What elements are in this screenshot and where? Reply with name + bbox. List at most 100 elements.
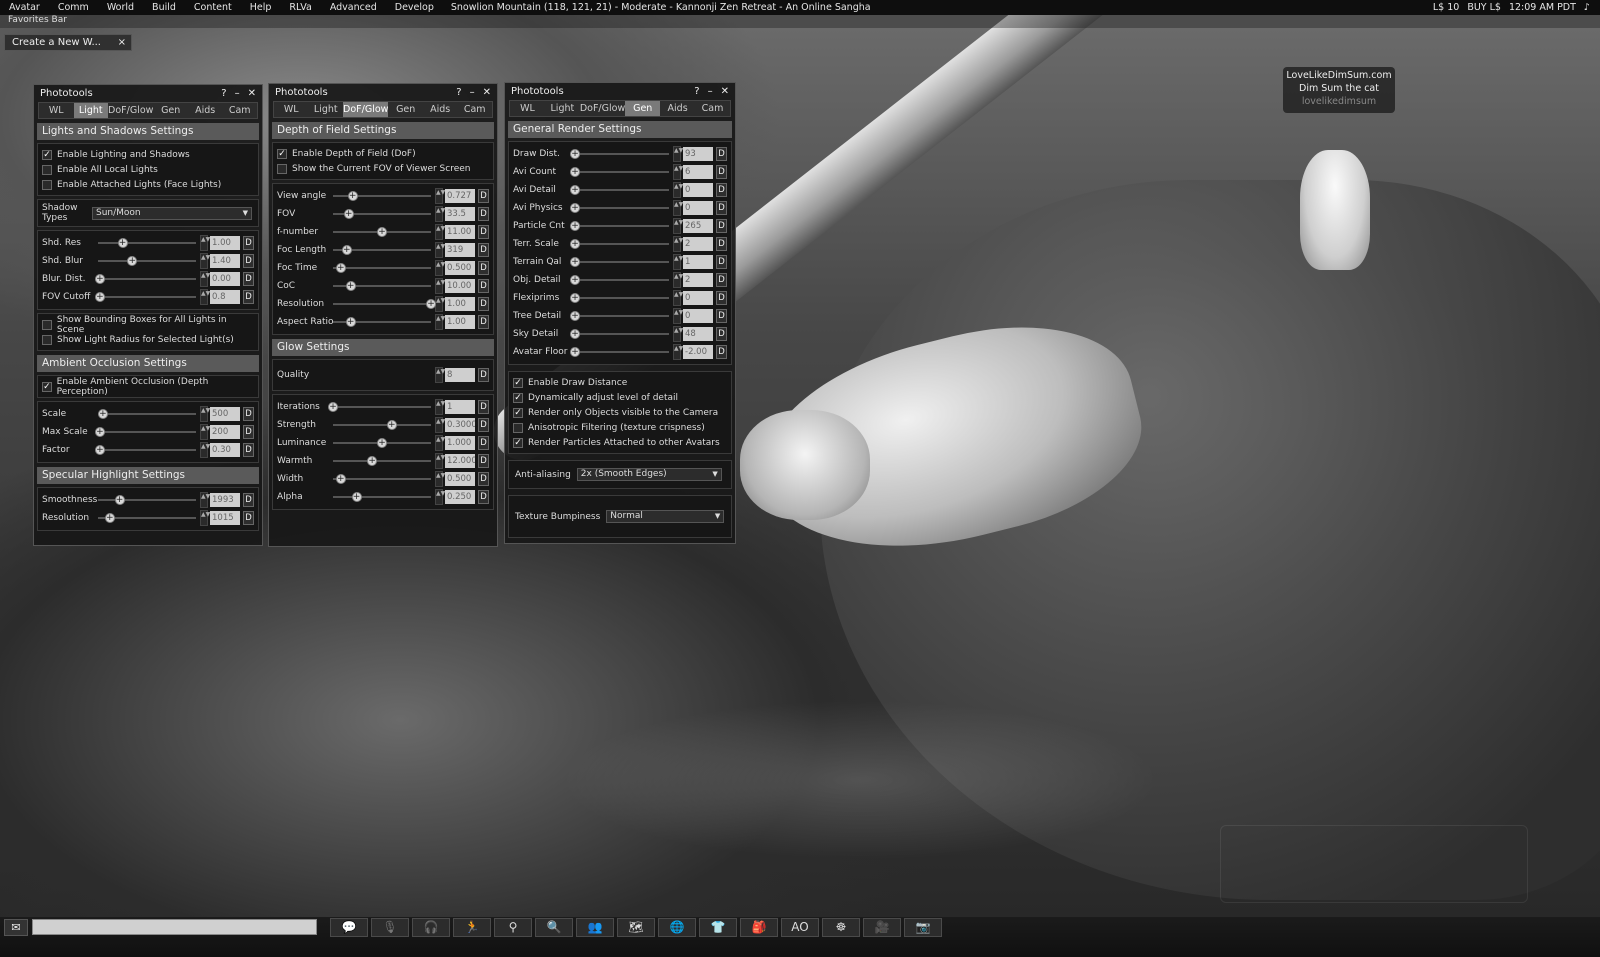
- spinner-arrows-icon[interactable]: ▲▼: [200, 271, 210, 287]
- slider-track[interactable]: +: [570, 343, 669, 361]
- checkbox-row[interactable]: ✓ Enable Depth of Field (DoF): [277, 146, 489, 161]
- default-button[interactable]: D: [478, 368, 489, 382]
- default-button[interactable]: D: [243, 254, 254, 268]
- close-icon[interactable]: ✕: [721, 86, 729, 97]
- tab-cam[interactable]: Cam: [457, 102, 492, 117]
- default-button[interactable]: D: [716, 255, 727, 269]
- minimize-icon[interactable]: –: [235, 88, 240, 99]
- slider-knob-icon[interactable]: +: [426, 299, 436, 309]
- slider-track[interactable]: +: [98, 234, 196, 252]
- slider-knob-icon[interactable]: +: [367, 456, 378, 466]
- slider-track[interactable]: +: [94, 288, 196, 306]
- checkbox[interactable]: [42, 164, 52, 175]
- slider-knob-icon[interactable]: +: [343, 209, 354, 219]
- speak-button[interactable]: 🎧: [412, 918, 450, 937]
- menu-comm[interactable]: Comm: [49, 2, 98, 13]
- value-field[interactable]: 1.40: [210, 254, 240, 268]
- default-button[interactable]: D: [478, 225, 489, 239]
- inventory-button[interactable]: 🎒: [740, 918, 778, 937]
- value-field[interactable]: 6: [683, 165, 713, 179]
- checkbox-row[interactable]: ✓ Enable Ambient Occlusion (Depth Percept…: [42, 377, 254, 397]
- checkbox[interactable]: ✓: [42, 149, 52, 160]
- checkbox-row[interactable]: Show Bounding Boxes for All Lights in Sc…: [42, 315, 254, 335]
- slider-track[interactable]: +: [570, 325, 669, 343]
- tab-gen[interactable]: Gen: [388, 102, 423, 117]
- slider-track[interactable]: +: [570, 307, 669, 325]
- tab-light[interactable]: Light: [545, 101, 580, 116]
- default-button[interactable]: D: [716, 183, 727, 197]
- anti-aliasing-select[interactable]: 2x (Smooth Edges) ▼: [576, 468, 722, 481]
- slider-knob-icon[interactable]: +: [570, 167, 580, 177]
- spinner-arrows-icon[interactable]: ▲▼: [435, 206, 445, 222]
- slider-track[interactable]: +: [333, 223, 431, 241]
- value-field[interactable]: 1: [445, 400, 475, 414]
- slider-track[interactable]: +: [97, 405, 196, 423]
- panel-titlebar[interactable]: Phototools? – ✕: [505, 83, 735, 100]
- default-button[interactable]: D: [243, 290, 254, 304]
- slider-knob-icon[interactable]: +: [94, 292, 105, 302]
- slider-track[interactable]: +: [570, 181, 669, 199]
- slider-track[interactable]: +: [570, 235, 669, 253]
- tab-wl[interactable]: WL: [510, 101, 545, 116]
- value-field[interactable]: 1.000: [445, 436, 475, 450]
- minimize-icon[interactable]: –: [708, 86, 713, 97]
- spinner-arrows-icon[interactable]: ▲▼: [673, 254, 683, 270]
- help-icon[interactable]: ?: [456, 87, 461, 98]
- shadow-types-select[interactable]: Sun/Moon ▼: [92, 206, 252, 220]
- slider-knob-icon[interactable]: +: [328, 402, 338, 412]
- slider-knob-icon[interactable]: +: [570, 257, 580, 267]
- tab-dof-glow[interactable]: DoF/Glow: [108, 103, 153, 118]
- slider-track[interactable]: +: [333, 416, 431, 434]
- spinner-arrows-icon[interactable]: ▲▼: [435, 296, 445, 312]
- spinner-arrows-icon[interactable]: ▲▼: [435, 489, 445, 505]
- slider-track[interactable]: +: [328, 398, 431, 416]
- slider-knob-icon[interactable]: +: [570, 185, 580, 195]
- spinner-arrows-icon[interactable]: ▲▼: [435, 417, 445, 433]
- phototools-button[interactable]: ☸: [822, 918, 860, 937]
- checkbox[interactable]: [513, 422, 523, 433]
- voice-button[interactable]: 🎙: [371, 918, 409, 937]
- spinner-arrows-icon[interactable]: ▲▼: [673, 218, 683, 234]
- default-button[interactable]: D: [243, 425, 254, 439]
- value-field[interactable]: 0: [683, 309, 713, 323]
- value-field[interactable]: 1993: [210, 493, 240, 507]
- slider-knob-icon[interactable]: +: [345, 281, 356, 291]
- default-button[interactable]: D: [478, 472, 489, 486]
- default-button[interactable]: D: [243, 511, 254, 525]
- minimap-button[interactable]: 🌐: [658, 918, 696, 937]
- checkbox[interactable]: ✓: [513, 437, 523, 448]
- value-field[interactable]: 0.500: [445, 261, 475, 275]
- default-button[interactable]: D: [716, 327, 727, 341]
- value-field[interactable]: 0.500: [445, 472, 475, 486]
- spinner-arrows-icon[interactable]: ▲▼: [200, 492, 210, 508]
- value-field[interactable]: 1.00: [445, 297, 475, 311]
- checkbox-row[interactable]: ✓ Dynamically adjust level of detail: [513, 390, 727, 405]
- tab-light[interactable]: Light: [73, 103, 109, 118]
- default-button[interactable]: D: [243, 493, 254, 507]
- spinner-arrows-icon[interactable]: ▲▼: [200, 442, 210, 458]
- conversations-button[interactable]: 💬: [330, 918, 368, 937]
- slider-knob-icon[interactable]: +: [386, 420, 397, 430]
- default-button[interactable]: D: [478, 261, 489, 275]
- close-icon[interactable]: ✕: [483, 87, 491, 98]
- slider-track[interactable]: +: [570, 289, 669, 307]
- slider-track[interactable]: +: [570, 199, 669, 217]
- value-field[interactable]: 1015: [210, 511, 240, 525]
- default-button[interactable]: D: [243, 272, 254, 286]
- checkbox[interactable]: ✓: [513, 377, 523, 388]
- default-button[interactable]: D: [716, 291, 727, 305]
- volume-icon[interactable]: ♪: [1584, 2, 1590, 13]
- tab-gen[interactable]: Gen: [625, 101, 661, 116]
- value-field[interactable]: 265: [683, 219, 713, 233]
- checkbox[interactable]: [42, 179, 52, 190]
- default-button[interactable]: D: [243, 407, 254, 421]
- slider-track[interactable]: +: [333, 205, 431, 223]
- spinner-arrows-icon[interactable]: ▲▼: [435, 471, 445, 487]
- slider-knob-icon[interactable]: +: [114, 495, 125, 505]
- checkbox-row[interactable]: ✓ Enable Lighting and Shadows: [42, 147, 254, 162]
- slider-knob-icon[interactable]: +: [570, 347, 580, 357]
- value-field[interactable]: 1.00: [445, 315, 475, 329]
- build-button[interactable]: ⚲: [494, 918, 532, 937]
- default-button[interactable]: D: [478, 418, 489, 432]
- slider-knob-icon[interactable]: +: [570, 311, 580, 321]
